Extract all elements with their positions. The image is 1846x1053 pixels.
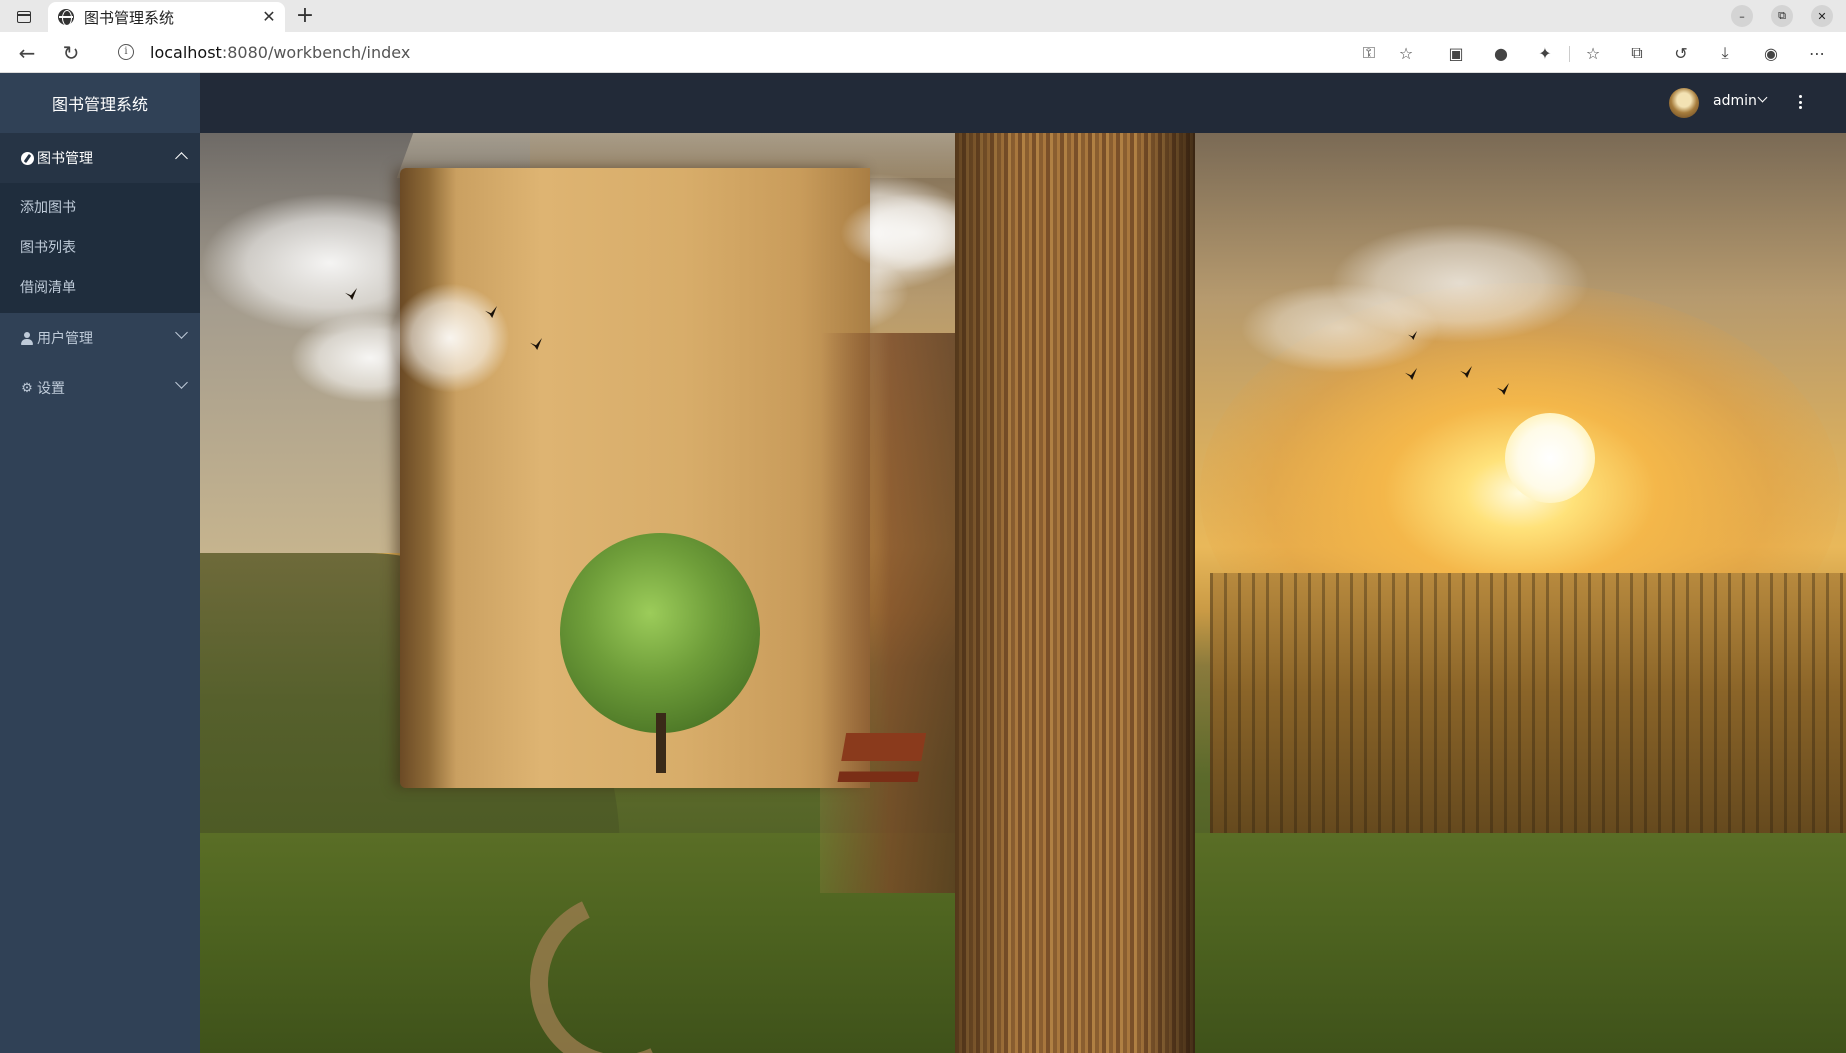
restore-icon[interactable]: ⧉ — [1771, 5, 1793, 27]
menu-book-management[interactable]: 图书管理 — [0, 133, 200, 183]
tree — [560, 533, 760, 733]
history-icon[interactable]: ↺ — [1670, 42, 1692, 64]
back-icon[interactable]: ← — [14, 40, 40, 66]
profile-icon[interactable]: ◉ — [1760, 42, 1782, 64]
menu-label: 图书管理 — [37, 151, 93, 167]
reload-icon[interactable]: ↻ — [58, 40, 84, 66]
submenu-book-management: 添加图书 图书列表 借阅清单 — [0, 183, 200, 313]
hero-image — [200, 133, 1846, 1053]
star-add-icon[interactable]: ☆ — [1395, 42, 1417, 64]
book-spine — [955, 133, 1195, 1053]
top-navbar: admin — [200, 73, 1846, 133]
cookie-icon[interactable]: ● — [1490, 42, 1512, 64]
menu-item-borrow-list[interactable]: 借阅清单 — [0, 268, 200, 308]
menu-user-management[interactable]: 用户管理 — [0, 313, 200, 363]
browser-tab-bar: 图书管理系统 ✕ + – ⧉ ✕ — [0, 0, 1846, 32]
collections-icon[interactable]: ⧉ — [1626, 42, 1648, 64]
info-icon[interactable]: i — [118, 44, 134, 60]
more-vertical-icon[interactable] — [1796, 91, 1804, 113]
menu-label: 设置 — [37, 381, 65, 397]
logo-title[interactable]: 图书管理系统 — [0, 73, 200, 133]
close-icon[interactable]: ✕ — [259, 7, 279, 27]
bench — [833, 733, 927, 803]
toolbar-divider — [1569, 46, 1570, 62]
globe-icon — [58, 9, 74, 26]
plus-icon[interactable]: + — [293, 4, 317, 28]
menu-item-add-book[interactable]: 添加图书 — [0, 188, 200, 228]
chevron-down-icon[interactable] — [1757, 92, 1768, 103]
avatar[interactable] — [1669, 88, 1699, 118]
browser-tab[interactable]: 图书管理系统 ✕ — [48, 2, 285, 32]
key-icon[interactable]: ⚿ — [1358, 42, 1380, 64]
sidebar-toggle-icon[interactable] — [12, 7, 36, 27]
minimize-icon[interactable]: – — [1731, 5, 1753, 27]
menu-settings[interactable]: ⚙ 设置 — [0, 363, 200, 413]
chevron-down-icon — [175, 376, 188, 389]
chevron-up-icon — [175, 152, 188, 165]
user-icon — [20, 331, 34, 345]
sidebar: 图书管理系统 图书管理 添加图书 图书列表 借阅清单 用户管理 ⚙ 设置 — [0, 73, 200, 1053]
url-text[interactable]: localhost:8080/workbench/index — [150, 43, 410, 62]
menu-label: 用户管理 — [37, 331, 93, 347]
browser-toolbar: ← ↻ i localhost:8080/workbench/index ⚿ ☆… — [0, 32, 1846, 73]
download-icon[interactable]: ⤓ — [1714, 42, 1736, 64]
address-bar[interactable]: i localhost:8080/workbench/index — [100, 36, 1430, 68]
puzzle-icon[interactable]: ✦ — [1534, 42, 1556, 64]
more-icon[interactable]: ⋯ — [1806, 42, 1828, 64]
chevron-down-icon — [175, 326, 188, 339]
gear-icon: ⚙ — [21, 380, 33, 396]
sun — [1505, 413, 1595, 503]
username[interactable]: admin — [1713, 93, 1757, 109]
main-area: admin — [200, 73, 1846, 1053]
compass-icon — [20, 151, 34, 165]
tab-title: 图书管理系统 — [84, 8, 175, 27]
app-root: 图书管理系统 图书管理 添加图书 图书列表 借阅清单 用户管理 ⚙ 设置 adm… — [0, 73, 1846, 1053]
window-close-icon[interactable]: ✕ — [1811, 5, 1833, 27]
menu-item-book-list[interactable]: 图书列表 — [0, 228, 200, 268]
url-path: :8080/workbench/index — [221, 42, 411, 62]
extension-icon[interactable]: ▣ — [1445, 42, 1467, 64]
url-host: localhost — [150, 42, 222, 62]
favorites-icon[interactable]: ☆ — [1582, 42, 1604, 64]
